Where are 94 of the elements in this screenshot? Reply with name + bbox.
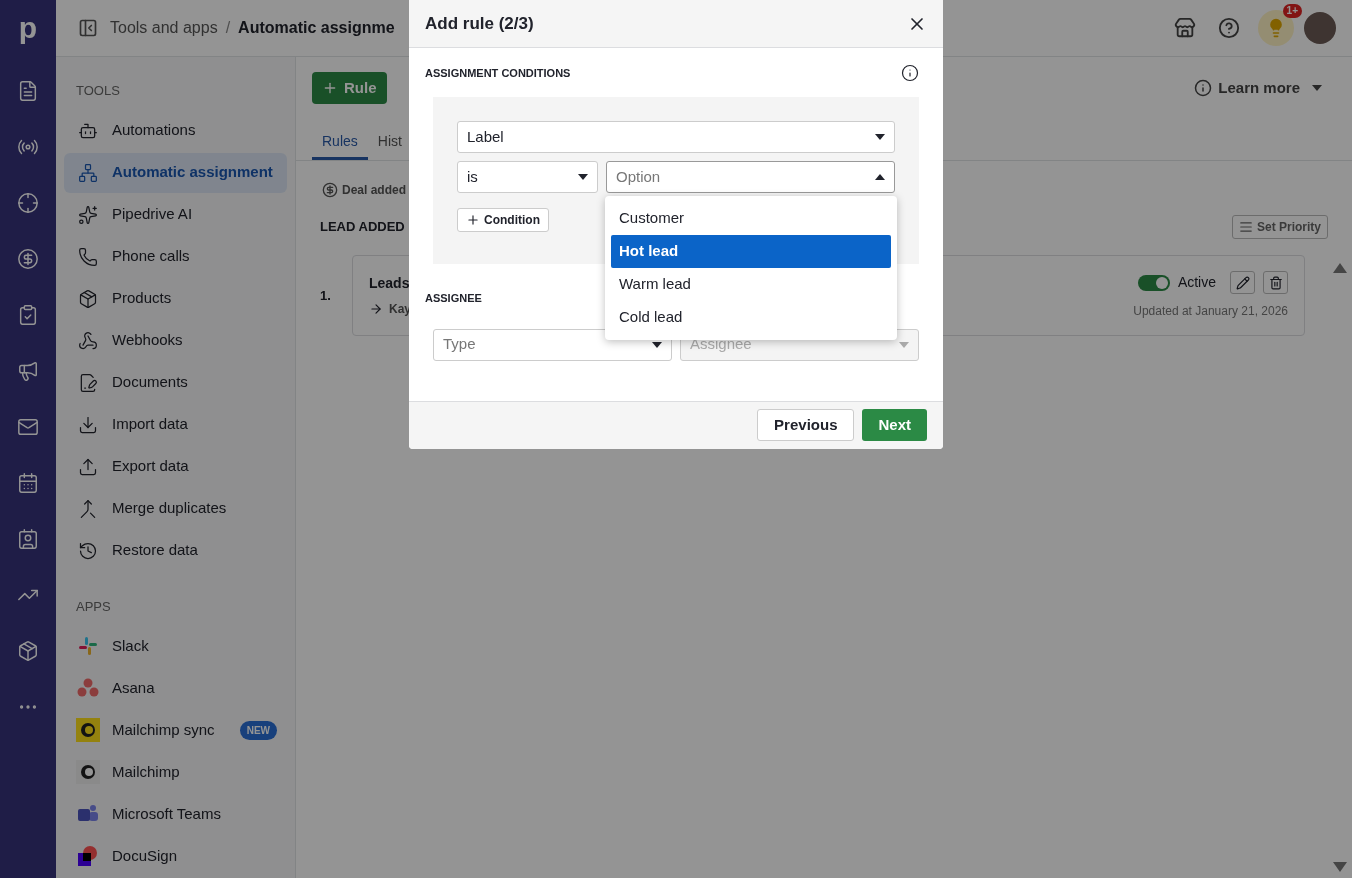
- section-heading: TOOLS: [75, 82, 121, 100]
- plus-icon: [322, 80, 338, 96]
- store-icon[interactable]: [1174, 17, 1196, 39]
- sparkles-icon: [78, 204, 98, 225]
- webhook-icon: [78, 330, 98, 351]
- package-icon[interactable]: [17, 640, 39, 662]
- dollar-icon: [322, 182, 338, 198]
- previous-button[interactable]: Previous: [757, 409, 855, 441]
- package-icon: [78, 288, 98, 309]
- help-icon[interactable]: [1218, 17, 1240, 39]
- trash-icon: [1268, 275, 1283, 290]
- filter-label[interactable]: Deal added: [342, 181, 407, 199]
- document-icon[interactable]: [17, 80, 39, 102]
- caret-icon: [875, 134, 885, 140]
- rule-number: 1.: [319, 286, 332, 305]
- next-button[interactable]: Next: [862, 409, 927, 441]
- sidebar-item[interactable]: Export data: [64, 446, 287, 487]
- section-heading: ASSIGNEE: [425, 291, 483, 306]
- square-logo-icon: [77, 845, 99, 867]
- add-rule-button[interactable]: Rule: [312, 72, 387, 104]
- grid-logo-icon: [78, 636, 98, 656]
- sidebar-item[interactable]: Automatic assignment: [64, 152, 287, 193]
- new-badge: NEW: [239, 720, 277, 740]
- notification-count: 1+: [1282, 4, 1302, 18]
- breadcrumb-separator: /: [225, 18, 231, 38]
- operator-select[interactable]: is: [457, 161, 598, 193]
- plus-icon: [466, 213, 480, 227]
- info-icon[interactable]: [901, 64, 919, 82]
- active-toggle[interactable]: [1137, 274, 1170, 291]
- caret-icon: [875, 174, 885, 180]
- sidebar-item[interactable]: Documents: [64, 362, 287, 403]
- edit-button[interactable]: [1230, 271, 1255, 294]
- mail-icon[interactable]: [17, 416, 39, 438]
- section-heading: LEAD ADDED: [320, 218, 405, 237]
- dropdown-option[interactable]: Hot lead: [611, 235, 891, 268]
- list-icon: [1238, 220, 1253, 234]
- sidebar-item[interactable]: Mailchimp: [64, 752, 287, 792]
- section-heading: APPS: [75, 597, 112, 616]
- caret-icon: [899, 341, 909, 348]
- dialog-title: Add rule (2/3): [425, 12, 534, 35]
- tab[interactable]: Hist: [367, 125, 412, 160]
- breadcrumb-link[interactable]: Tools and apps: [110, 16, 218, 40]
- dropdown-option[interactable]: Customer: [611, 202, 891, 235]
- megaphone-icon[interactable]: [17, 360, 39, 382]
- tab[interactable]: Rules: [312, 125, 368, 160]
- info-icon: [1194, 79, 1213, 97]
- upload-icon: [78, 456, 98, 477]
- calendar-icon[interactable]: [17, 472, 39, 494]
- status-label: Active: [1177, 273, 1216, 292]
- avatar[interactable]: [1304, 12, 1336, 44]
- set-priority-button[interactable]: Set Priority: [1231, 215, 1328, 239]
- network-icon: [78, 162, 98, 183]
- target-icon[interactable]: [17, 192, 39, 214]
- sidebar-item[interactable]: DocuSign: [64, 836, 287, 876]
- add-condition-button[interactable]: Condition: [457, 208, 549, 232]
- page-title: Automatic assignme: [238, 18, 395, 38]
- sidebar-item[interactable]: Restore data: [64, 530, 287, 571]
- download-icon: [78, 414, 98, 435]
- arrow-right-icon: [369, 302, 383, 316]
- three-circles-icon: [77, 678, 99, 698]
- dropdown-option[interactable]: Warm lead: [611, 268, 891, 301]
- delete-button[interactable]: [1263, 271, 1288, 294]
- caret-icon: [1312, 85, 1322, 91]
- scroll-up-arrow-icon[interactable]: [1333, 263, 1347, 273]
- section-heading: ASSIGNMENT CONDITIONS: [425, 65, 571, 81]
- team-logo-icon: [77, 804, 99, 824]
- document-icon: [78, 372, 98, 393]
- scroll-down-arrow-icon[interactable]: [1333, 862, 1347, 872]
- pencil-icon: [1235, 275, 1250, 290]
- sidebar-item[interactable]: Products: [64, 278, 287, 319]
- learn-more-button[interactable]: Learn more: [1194, 76, 1322, 100]
- sidebar-item[interactable]: Slack: [64, 626, 287, 666]
- phone-icon: [78, 246, 98, 267]
- clipboard-check-icon[interactable]: [17, 304, 39, 326]
- field-select[interactable]: Label: [457, 121, 895, 153]
- sidebar-item[interactable]: Automations: [64, 110, 287, 151]
- sidebar-item[interactable]: Webhooks: [64, 320, 287, 361]
- sidebar-item[interactable]: Asana: [64, 668, 287, 708]
- sidebar-item[interactable]: Merge duplicates: [64, 488, 287, 529]
- option-select[interactable]: Option: [606, 161, 895, 193]
- sidebar-item[interactable]: Mailchimp sync NEW: [64, 710, 287, 750]
- logo[interactable]: p: [18, 10, 38, 46]
- contact-card-icon[interactable]: [17, 528, 39, 550]
- merge-icon: [78, 498, 98, 519]
- dollar-icon[interactable]: [17, 248, 39, 270]
- sidebar-item[interactable]: Microsoft Teams: [64, 794, 287, 834]
- updated-date: Updated at January 21, 2026: [1133, 303, 1288, 320]
- sidebar-item[interactable]: Phone calls: [64, 236, 287, 277]
- sidebar-item[interactable]: Import data: [64, 404, 287, 445]
- rule-title: Leads: [369, 274, 411, 293]
- history-icon: [78, 540, 98, 561]
- collapse-menu-icon[interactable]: [78, 18, 98, 38]
- caret-icon: [578, 174, 588, 180]
- sidebar-item[interactable]: Pipedrive AI: [64, 194, 287, 235]
